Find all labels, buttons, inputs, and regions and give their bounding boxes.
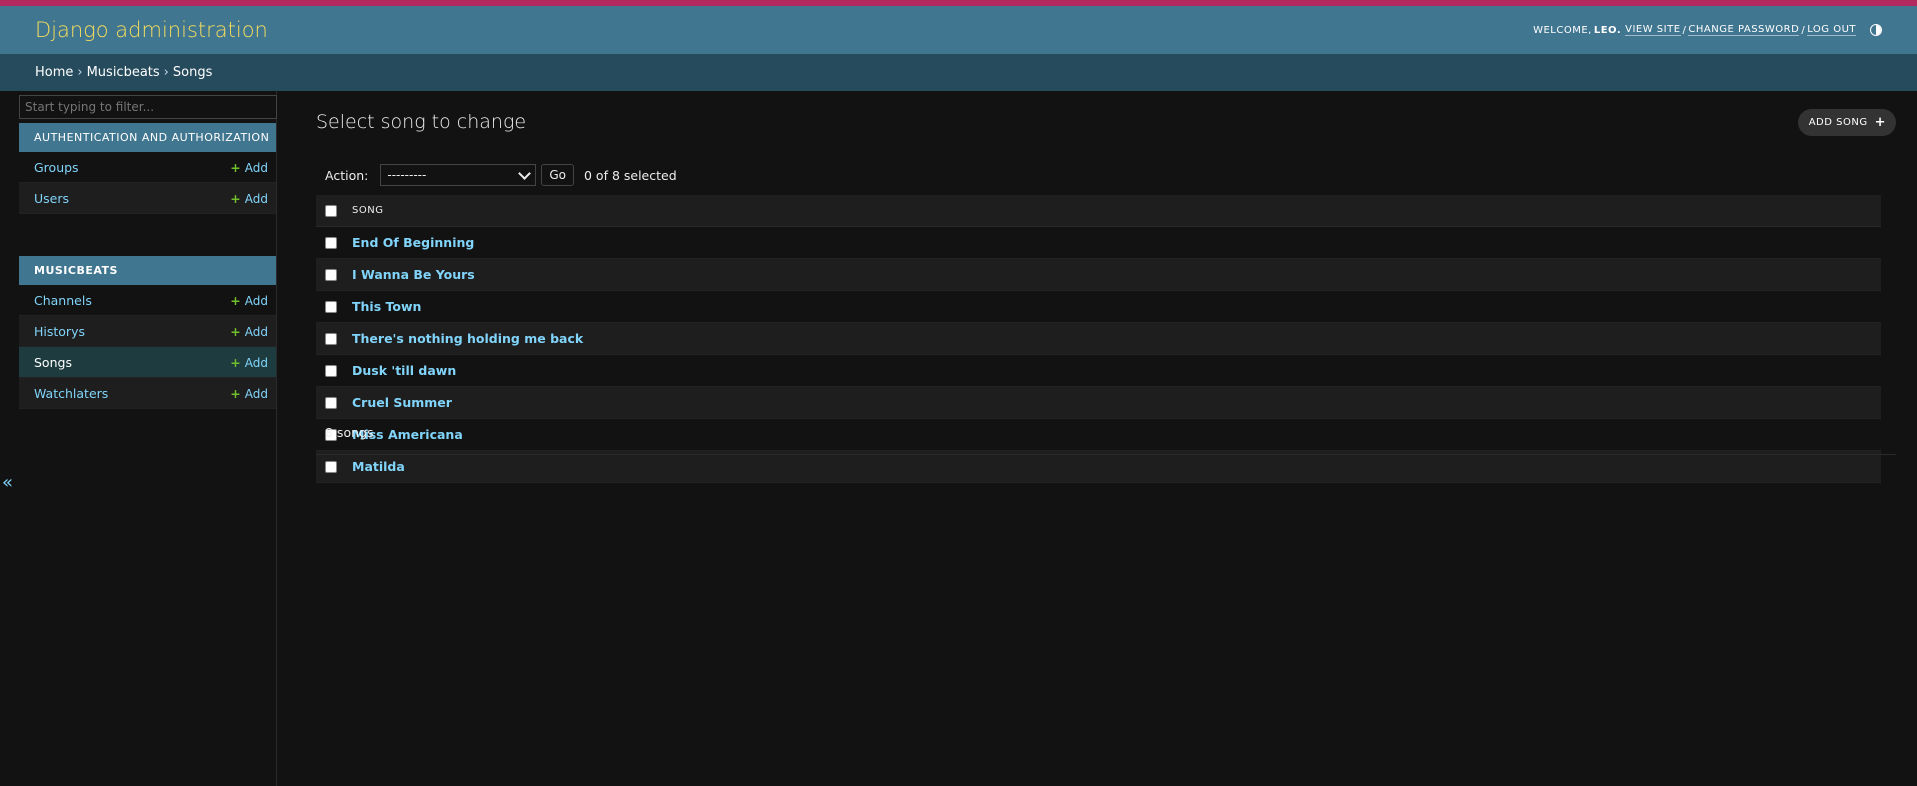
sidebar-collapse-icon[interactable]: « [2,472,13,493]
site-brand[interactable]: Django administration [35,18,268,42]
sidebar-item-songs: Songs + Add [19,347,276,378]
row-checkbox[interactable] [325,300,337,313]
add-label: Add [244,160,268,175]
plus-icon: + [1874,115,1886,130]
breadcrumb: Home › Musicbeats › Songs [0,54,1917,91]
sidebar-item-channels: Channels + Add [19,285,276,316]
table-header: Song [316,195,1881,227]
sidebar-item-label[interactable]: Groups [34,160,79,175]
row-checkbox[interactable] [325,364,337,377]
add-link[interactable]: + Add [230,293,268,308]
action-select[interactable]: --------- [380,164,537,186]
sidebar-item-label[interactable]: Channels [34,293,92,308]
module-caption-musicbeats[interactable]: Musicbeats [19,256,276,285]
go-button[interactable]: Go [541,164,574,186]
breadcrumb-separator: › [163,65,169,80]
add-song-button[interactable]: Add song + [1797,109,1896,136]
row-checkbox[interactable] [325,460,337,473]
sidebar-item-label[interactable]: Songs [34,355,72,370]
paginator: 8 songs [316,411,1896,455]
plus-icon: + [230,159,241,175]
song-link[interactable]: This Town [352,299,421,314]
action-select-value: --------- [387,168,427,182]
add-label: Add [244,355,268,370]
row-checkbox[interactable] [325,236,337,249]
log-out-link[interactable]: Log out [1807,24,1856,36]
plus-icon: + [230,190,241,206]
select-all-checkbox[interactable] [325,204,337,217]
plus-icon: + [230,354,241,370]
add-link[interactable]: + Add [230,386,268,401]
plus-icon: + [230,385,241,401]
nav-sidebar: Authentication and Authorization Groups … [19,91,277,786]
song-link[interactable]: I Wanna Be Yours [352,267,475,282]
row-checkbox[interactable] [325,268,337,281]
table-row: There's nothing holding me back [316,323,1881,355]
row-checkbox[interactable] [325,332,337,345]
breadcrumb-current: Songs [172,65,213,80]
sidebar-item-label[interactable]: Historys [34,324,85,339]
plus-icon: + [230,292,241,308]
sidebar-item-label[interactable]: Users [34,191,69,206]
actions-bar: Action: --------- Go 0 of 8 selected [325,164,677,186]
main-content: Select song to change Add song + Action:… [316,91,1896,483]
add-label: Add [244,324,268,339]
song-link[interactable]: Cruel Summer [352,395,452,410]
add-link[interactable]: + Add [230,191,268,206]
table-row: This Town [316,291,1881,323]
table-row: I Wanna Be Yours [316,259,1881,291]
theme-toggle-icon[interactable] [1870,24,1882,36]
header: Django administration Welcome, Leo. View… [0,6,1917,54]
add-label: Add [244,293,268,308]
sidebar-item-watchlaters: Watchlaters + Add [19,378,276,409]
module-caption-auth[interactable]: Authentication and Authorization [19,123,276,152]
column-header-song[interactable]: Song [352,205,383,216]
table-row: Matilda [316,451,1881,483]
song-link[interactable]: Matilda [352,459,405,474]
breadcrumb-separator: › [77,65,83,80]
page-title: Select song to change [316,111,527,133]
sidebar-item-groups: Groups + Add [19,152,276,183]
add-link[interactable]: + Add [230,160,268,175]
change-password-link[interactable]: Change password [1688,24,1800,36]
row-checkbox[interactable] [325,396,337,409]
result-count: 8 songs [325,425,374,440]
table-row: Dusk 'till dawn [316,355,1881,387]
table-row: End Of Beginning [316,227,1881,259]
add-link[interactable]: + Add [230,324,268,339]
song-link[interactable]: End Of Beginning [352,235,474,250]
sidebar-item-users: Users + Add [19,183,276,214]
sidebar-item-label[interactable]: Watchlaters [34,386,108,401]
add-label: Add [244,191,268,206]
welcome-text: Welcome, [1533,24,1592,36]
chevron-down-icon [518,166,532,180]
breadcrumb-app[interactable]: Musicbeats [87,65,160,80]
separator: / [1801,24,1806,36]
username: Leo. [1593,24,1622,36]
sidebar-item-historys: Historys + Add [19,316,276,347]
song-link[interactable]: Dusk 'till dawn [352,363,456,378]
song-link[interactable]: There's nothing holding me back [352,331,583,346]
plus-icon: + [230,323,241,339]
add-song-label: Add song [1808,117,1868,128]
action-label: Action: [325,167,369,183]
separator: / [1682,24,1687,36]
add-label: Add [244,386,268,401]
breadcrumb-home[interactable]: Home [35,65,73,80]
add-link[interactable]: + Add [230,355,268,370]
view-site-link[interactable]: View site [1625,24,1681,36]
nav-filter-input[interactable] [19,95,277,119]
user-tools: Welcome, Leo. View site / Change passwor… [1533,24,1882,36]
selected-count: 0 of 8 selected [584,167,677,183]
